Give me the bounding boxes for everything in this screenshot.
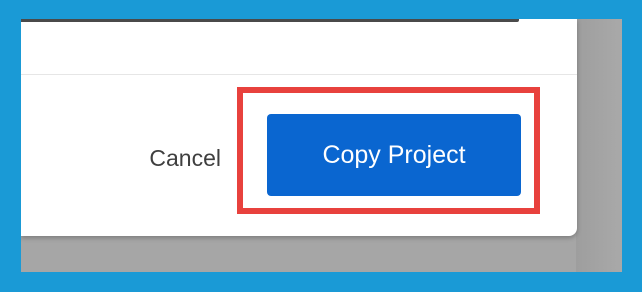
cancel-button[interactable]: Cancel xyxy=(101,133,221,183)
copy-project-dialog: Cancel Copy Project xyxy=(21,19,577,236)
dialog-footer-divider xyxy=(21,74,577,75)
screenshot-frame: Cancel Copy Project xyxy=(21,19,622,272)
modal-backdrop xyxy=(576,19,622,272)
dialog-top-edge xyxy=(21,19,519,22)
copy-project-button[interactable]: Copy Project xyxy=(267,114,521,196)
